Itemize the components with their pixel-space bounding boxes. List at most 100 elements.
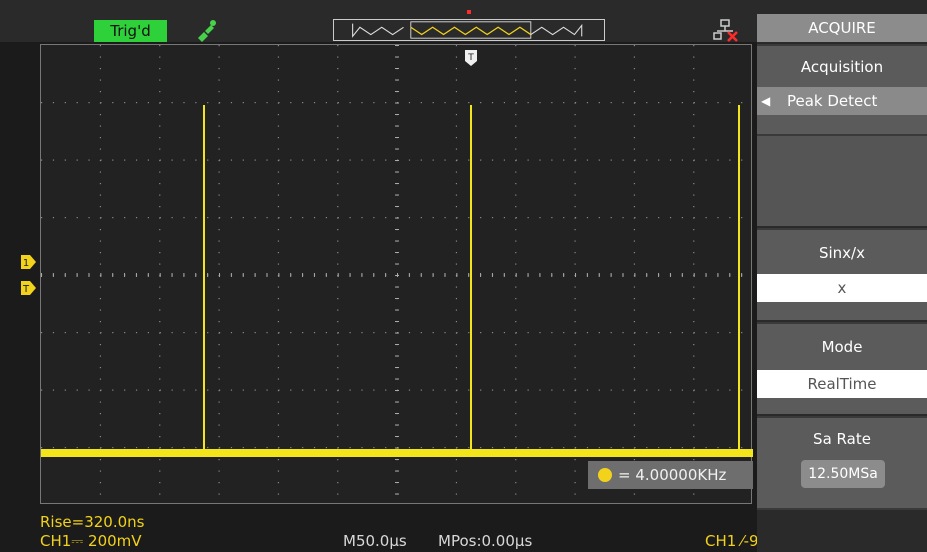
grid-dot — [218, 148, 220, 150]
grid-dot — [302, 102, 304, 104]
grid-dot — [290, 217, 292, 219]
grid-dot — [99, 309, 102, 311]
grid-dot — [76, 332, 78, 334]
grid-dot — [218, 240, 220, 242]
grid-dot — [183, 102, 185, 104]
grid-dot — [218, 286, 220, 288]
grid-dot — [693, 332, 695, 334]
grid-dot — [242, 217, 244, 219]
center-tick — [395, 332, 399, 334]
grid-dot — [277, 240, 280, 242]
grid-dot — [277, 252, 280, 254]
grid-dot — [681, 217, 683, 219]
center-tick — [527, 273, 529, 277]
center-tick — [112, 273, 114, 277]
grid-dot — [124, 217, 126, 219]
grid-dot — [218, 56, 220, 58]
acquisition-option-selected[interactable]: ◀ Peak Detect — [757, 87, 927, 115]
grid-dot — [586, 217, 589, 219]
grid-dot — [349, 159, 351, 161]
grid-dot — [693, 493, 695, 495]
grid-dot — [408, 332, 411, 334]
grid-dot — [41, 447, 43, 449]
empty-panel — [757, 134, 927, 226]
grid-dot — [574, 459, 576, 461]
grid-dot — [218, 229, 220, 231]
grid-dot — [515, 424, 517, 426]
acquire-menu: ACQUIRE Acquisition ◀ Peak Detect Sinx/x… — [757, 0, 927, 552]
sinx-panel[interactable]: Sinx/x x — [757, 228, 927, 320]
center-tick — [395, 171, 399, 173]
grid-dot — [277, 263, 280, 265]
grid-dot — [455, 206, 458, 208]
grid-dot — [515, 206, 517, 208]
grid-dot — [455, 252, 458, 254]
grid-dot — [681, 389, 683, 391]
grid-dot — [159, 286, 161, 288]
grid-dot — [337, 378, 339, 380]
grid-dot — [705, 332, 707, 334]
center-tick — [563, 273, 565, 277]
grid-dot — [455, 493, 458, 495]
grid-dot — [705, 102, 707, 104]
grid-dot — [124, 389, 126, 391]
grid-dot — [99, 148, 102, 150]
grid-dot — [135, 389, 138, 391]
grid-dot — [693, 378, 695, 380]
grid-dot — [195, 102, 197, 104]
grid-dot — [693, 344, 695, 346]
grid-dot — [159, 298, 161, 300]
grid-svg — [41, 45, 753, 495]
grid-dot — [539, 217, 541, 219]
grid-dot — [693, 206, 695, 208]
grid-dot — [99, 252, 102, 254]
grid-dot — [147, 389, 149, 391]
grid-dot — [218, 298, 220, 300]
grid-dot — [147, 217, 149, 219]
center-tick — [395, 183, 399, 184]
grid-dot — [159, 137, 161, 139]
grid-dot — [622, 217, 624, 219]
grid-dot — [325, 217, 327, 219]
grid-dot — [64, 102, 66, 104]
grid-dot — [373, 217, 375, 219]
grid-dot — [515, 229, 517, 231]
grid-dot — [420, 332, 422, 334]
grid-dot — [337, 413, 339, 415]
grid-dot — [159, 413, 161, 415]
grid-dot — [313, 217, 316, 219]
grid-dot — [337, 332, 339, 334]
grid-dot — [515, 159, 517, 161]
grid-dot — [159, 45, 161, 47]
grid-dot — [159, 459, 161, 461]
grid-dot — [76, 447, 78, 449]
grid-dot — [741, 159, 743, 161]
grid-dot — [432, 389, 434, 391]
grid-dot — [610, 102, 612, 104]
grid-dot — [41, 389, 43, 391]
grid-dot — [349, 389, 351, 391]
grid-dot — [218, 344, 220, 346]
grid-dot — [278, 159, 280, 161]
center-tick — [395, 482, 399, 483]
grid-dot — [575, 332, 577, 334]
grid-dot — [99, 401, 102, 403]
mode-panel[interactable]: Mode RealTime — [757, 322, 927, 414]
grid-dot — [195, 447, 197, 449]
grid-dot — [218, 114, 220, 116]
grid-dot — [277, 148, 280, 150]
grid-dot — [693, 102, 695, 104]
center-tick — [432, 273, 434, 277]
grid-dot — [503, 389, 505, 391]
grid-dot — [563, 389, 565, 391]
grid-dot — [277, 125, 280, 127]
grid-dot — [159, 321, 161, 323]
center-tick — [219, 273, 220, 277]
grid-dot — [135, 332, 138, 334]
grid-dot — [633, 125, 636, 127]
grid-dot — [527, 217, 529, 219]
svg-text:1: 1 — [23, 258, 29, 269]
grid-dot — [325, 332, 327, 334]
center-tick — [395, 125, 399, 127]
grid-dot — [385, 389, 387, 391]
